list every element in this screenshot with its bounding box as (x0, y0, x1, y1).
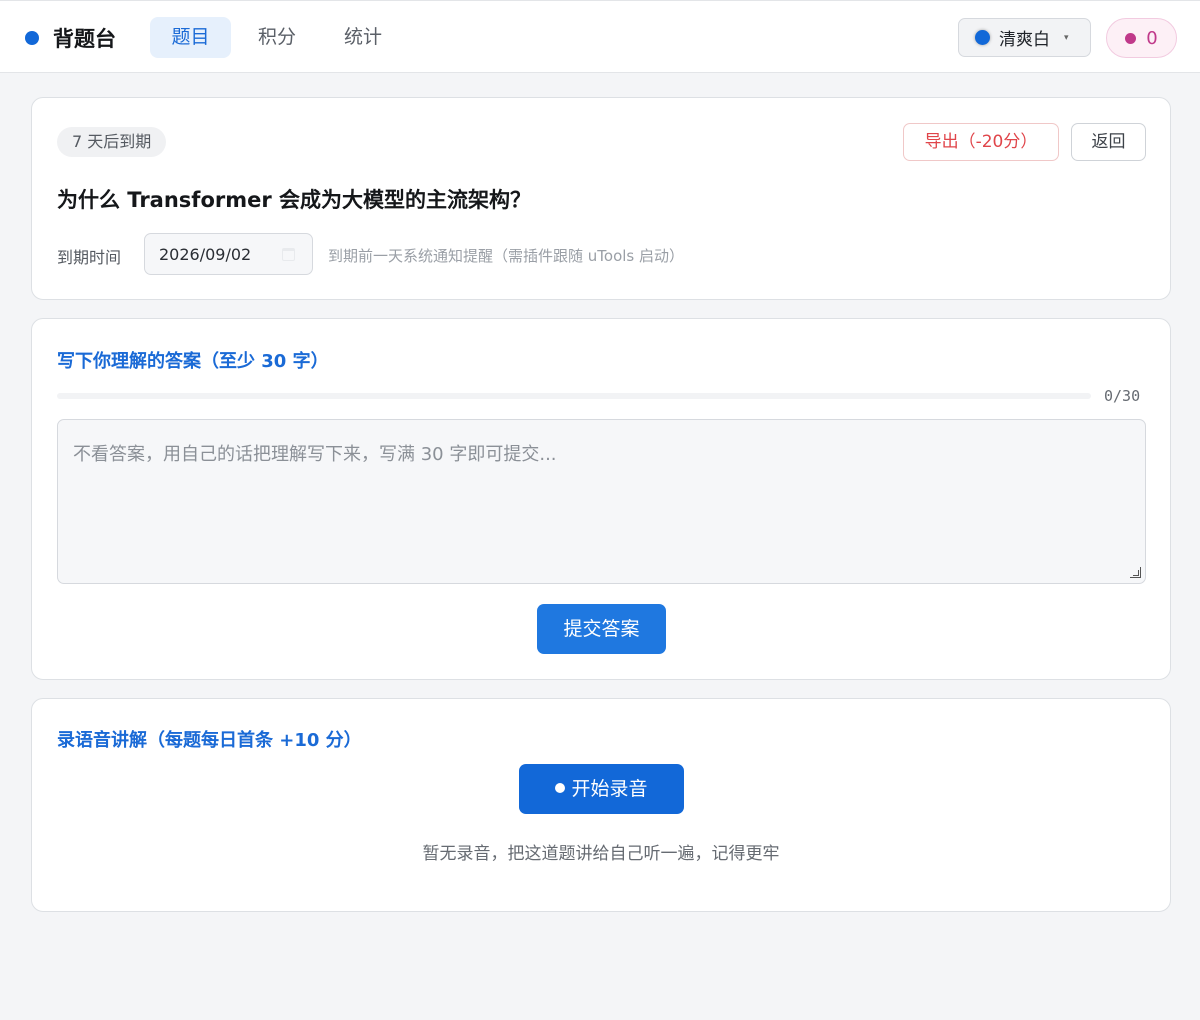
answer-char-count: 0/30 (1104, 387, 1141, 405)
chevron-down-icon: ▾ (1064, 32, 1069, 43)
due-date-label: 到期时间 (57, 248, 122, 267)
top-bar: 背题台 题目 积分 统计 清爽白 ▾ 0 (0, 0, 1200, 73)
due-date-value: 2026/09/02 (159, 244, 252, 264)
tab-stats[interactable]: 统计 (323, 17, 403, 58)
answer-card: 写下你理解的答案（至少 30 字） 0/30 提交答案 (31, 318, 1171, 680)
resize-handle-icon[interactable] (1130, 567, 1141, 578)
theme-color-dot-icon (975, 30, 990, 45)
brand: 背题台 (25, 23, 116, 53)
start-recording-button[interactable]: 开始录音 (519, 764, 684, 814)
due-date-input[interactable]: 2026/09/02 (144, 233, 313, 275)
record-dot-icon (555, 782, 566, 793)
export-button[interactable]: 导出（-20分） (903, 123, 1059, 161)
question-card: 7 天后到期 导出（-20分） 返回 为什么 Transformer 会成为大模… (31, 97, 1171, 300)
tab-questions[interactable]: 题目 (150, 17, 231, 58)
question-title: 为什么 Transformer 会成为大模型的主流架构？ (57, 188, 532, 212)
voice-section-title: 录语音讲解（每题每日首条 +10 分） (57, 730, 362, 751)
app-name: 背题台 (53, 27, 116, 51)
back-button[interactable]: 返回 (1071, 123, 1146, 161)
calendar-icon[interactable] (282, 248, 295, 261)
answer-progress-bar (57, 393, 1091, 399)
recordings-empty-hint: 暂无录音，把这道题讲给自己听一遍，记得更牢 (422, 844, 780, 864)
voice-card: 录语音讲解（每题每日首条 +10 分） 开始录音 暂无录音，把这道题讲给自己听一… (31, 698, 1171, 912)
answer-input[interactable] (57, 419, 1146, 584)
start-recording-label: 开始录音 (571, 778, 648, 800)
theme-select[interactable]: 清爽白 ▾ (958, 18, 1091, 57)
submit-answer-button[interactable]: 提交答案 (537, 604, 666, 654)
due-hint: 到期前一天系统通知提醒（需插件跟随 uTools 启动） (328, 247, 684, 265)
points-badge[interactable]: 0 (1106, 18, 1177, 58)
points-value: 0 (1146, 27, 1158, 49)
theme-label: 清爽白 (999, 30, 1050, 50)
answer-section-title: 写下你理解的答案（至少 30 字） (57, 351, 329, 372)
due-badge: 7 天后到期 (57, 127, 167, 157)
brand-dot-icon (25, 31, 39, 45)
tab-points[interactable]: 积分 (237, 17, 317, 58)
points-dot-icon (1125, 32, 1137, 44)
